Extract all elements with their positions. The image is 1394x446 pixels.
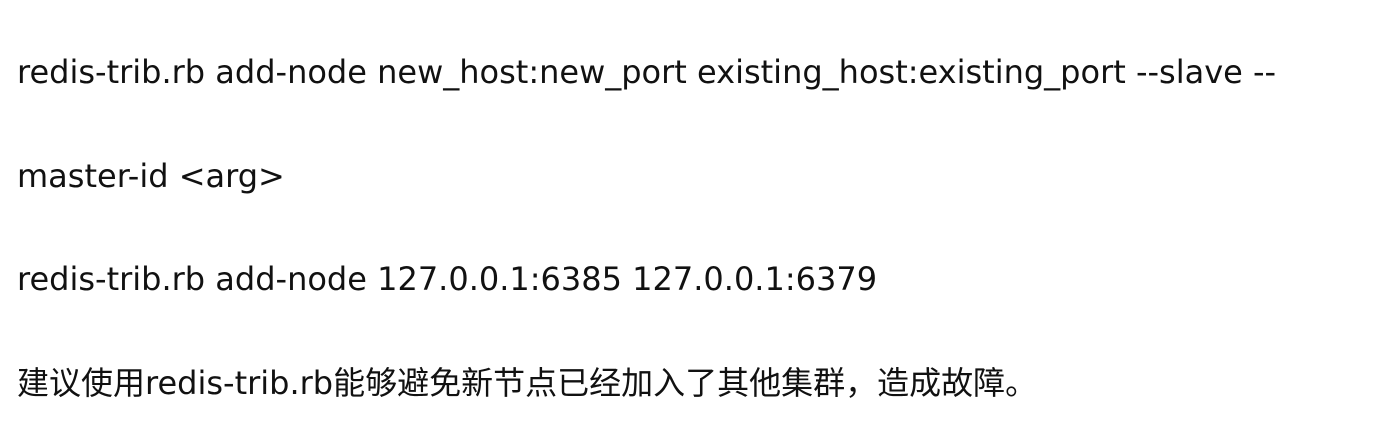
- command-syntax-line-2: master-id <arg>: [17, 157, 285, 195]
- command-example-line: redis-trib.rb add-node 127.0.0.1:6385 12…: [17, 260, 878, 298]
- recommendation-text: 建议使用redis-trib.rb能够避免新节点已经加入了其他集群，造成故障。: [17, 364, 1038, 402]
- command-syntax-line-1: redis-trib.rb add-node new_host:new_port…: [17, 53, 1277, 91]
- document-page: redis-trib.rb add-node new_host:new_port…: [0, 0, 1394, 446]
